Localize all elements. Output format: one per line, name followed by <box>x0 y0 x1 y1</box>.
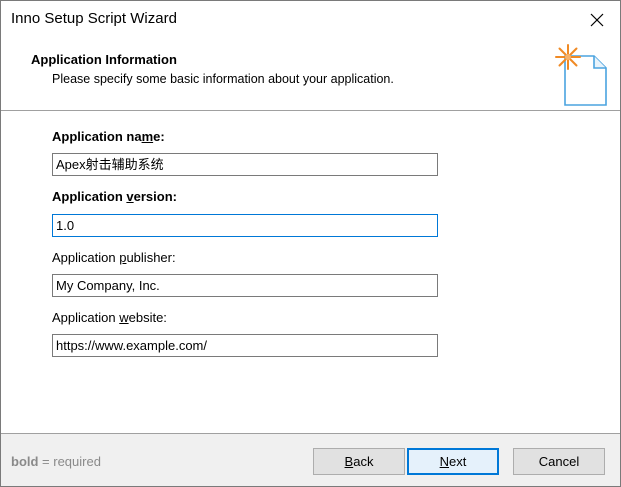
app-name-label: Application name: <box>52 129 165 144</box>
next-button[interactable]: Next <box>407 448 499 475</box>
wizard-window: Inno Setup Script Wizard Application Inf… <box>0 0 621 487</box>
back-button[interactable]: Back <box>313 448 405 475</box>
app-name-input[interactable]: Apex射击辅助系统 <box>52 153 438 176</box>
cancel-button[interactable]: Cancel <box>513 448 605 475</box>
window-title: Inno Setup Script Wizard <box>11 10 177 27</box>
page-subtitle: Please specify some basic information ab… <box>52 72 394 86</box>
app-website-input[interactable]: https://www.example.com/ <box>52 334 438 357</box>
wizard-content: Application name: Apex射击辅助系统 Application… <box>1 111 620 433</box>
wizard-header: Application Information Please specify s… <box>1 39 620 111</box>
new-document-icon <box>555 44 607 106</box>
app-website-label: Application website: <box>52 310 167 325</box>
required-hint: bold = required <box>11 454 101 469</box>
page-title: Application Information <box>31 52 177 67</box>
app-version-label: Application version: <box>52 189 177 204</box>
wizard-footer: bold = required Back Next Cancel <box>1 434 620 486</box>
title-bar: Inno Setup Script Wizard <box>1 1 620 39</box>
close-button[interactable] <box>574 1 620 39</box>
close-icon <box>590 13 604 27</box>
app-publisher-label: Application publisher: <box>52 250 176 265</box>
app-publisher-input[interactable]: My Company, Inc. <box>52 274 438 297</box>
app-version-input[interactable]: 1.0 <box>52 214 438 237</box>
